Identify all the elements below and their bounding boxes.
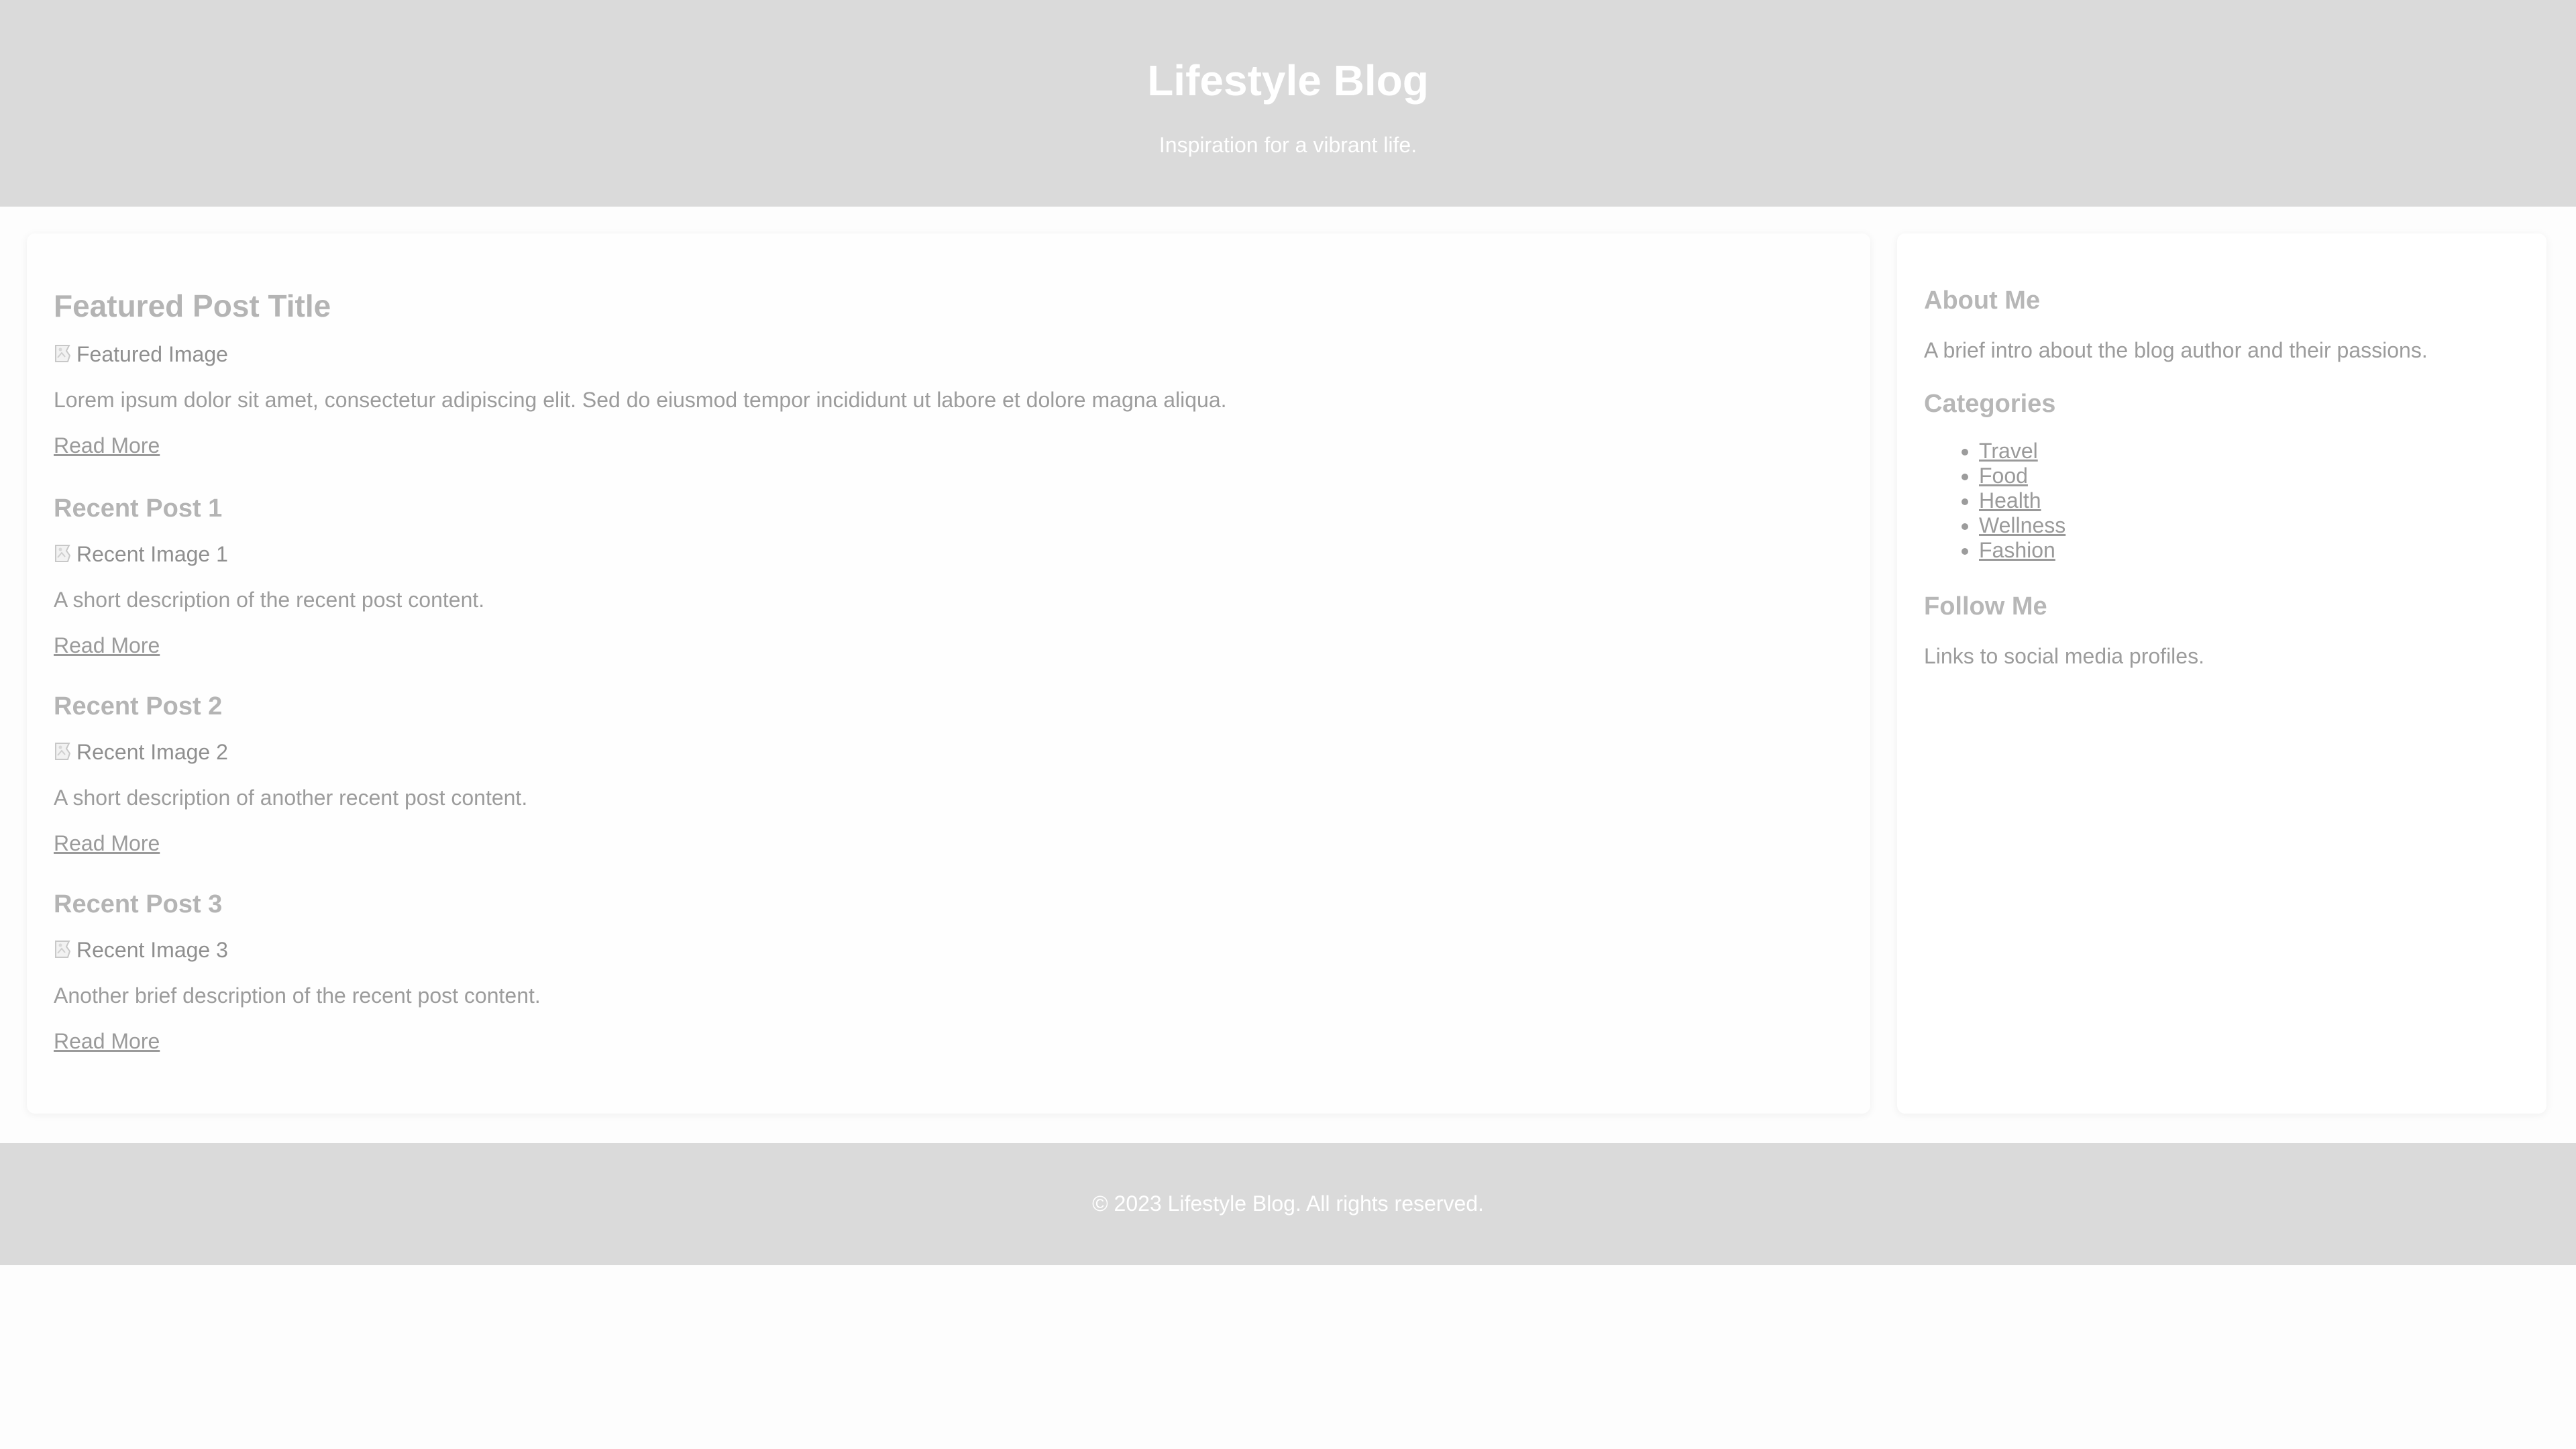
site-title: Lifestyle Blog (1147, 56, 1429, 105)
follow-section: Follow Me Links to social media profiles… (1924, 590, 2528, 669)
about-heading: About Me (1924, 286, 2041, 315)
category-link-travel[interactable]: Travel (1979, 439, 2038, 463)
featured-post-excerpt: Lorem ipsum dolor sit amet, consectetur … (54, 388, 1227, 412)
recent-post-2: Recent Post 2 Recent Image 2 A short des… (54, 690, 1798, 857)
category-link-wellness[interactable]: Wellness (1979, 513, 2065, 537)
recent-2-read-more-link[interactable]: Read More (54, 830, 160, 857)
recent-image: Recent Image 2 (54, 737, 1798, 767)
broken-image-icon (55, 545, 71, 562)
category-item: Health (1979, 488, 2065, 513)
follow-heading: Follow Me (1924, 592, 2047, 621)
category-link-health[interactable]: Health (1979, 488, 2041, 513)
category-link-fashion[interactable]: Fashion (1979, 538, 2055, 562)
about-section: About Me A brief intro about the blog au… (1924, 284, 2528, 364)
category-item: Food (1979, 464, 2065, 488)
featured-post: Featured Post Title Featured Image Lorem… (54, 287, 1798, 459)
recent-post-title: Recent Post 2 (54, 692, 223, 720)
categories-section: Categories (1924, 388, 2528, 420)
follow-text: Links to social media profiles. (1924, 644, 2204, 668)
broken-image-icon (55, 345, 71, 362)
broken-image-icon (55, 941, 71, 958)
recent-3-read-more-link[interactable]: Read More (54, 1028, 160, 1055)
featured-post-title: Featured Post Title (54, 288, 331, 323)
footer-copyright: © 2023 Lifestyle Blog. All rights reserv… (1092, 1191, 1484, 1216)
about-text: A brief intro about the blog author and … (1924, 338, 2428, 362)
recent-image-alt: Recent Image 2 (76, 740, 228, 764)
recent-post-excerpt: A short description of the recent post c… (54, 588, 485, 612)
site-header: Lifestyle Blog Inspiration for a vibrant… (0, 0, 2576, 207)
recent-post-1: Recent Post 1 Recent Image 1 A short des… (54, 492, 1798, 659)
sidebar: About Me A brief intro about the blog au… (1897, 233, 2546, 1114)
category-item: Travel (1979, 439, 2065, 464)
recent-post-3: Recent Post 3 Recent Image 3 Another bri… (54, 888, 1798, 1055)
featured-read-more-link[interactable]: Read More (54, 432, 160, 459)
category-item: Wellness (1979, 513, 2065, 538)
recent-post-excerpt: A short description of another recent po… (54, 786, 528, 810)
category-link-food[interactable]: Food (1979, 464, 2028, 488)
categories-heading: Categories (1924, 390, 2056, 418)
recent-post-title: Recent Post 1 (54, 494, 223, 523)
featured-image-alt: Featured Image (76, 342, 228, 366)
category-list: Travel Food Health Wellness Fashion (1924, 439, 2065, 563)
main-content: Featured Post Title Featured Image Lorem… (27, 233, 1870, 1114)
recent-post-title: Recent Post 3 (54, 890, 223, 918)
category-item: Fashion (1979, 538, 2065, 563)
site-footer: © 2023 Lifestyle Blog. All rights reserv… (0, 1143, 2576, 1265)
recent-1-read-more-link[interactable]: Read More (54, 632, 160, 659)
broken-image-icon (55, 743, 71, 760)
recent-image: Recent Image 3 (54, 935, 1798, 965)
recent-image-alt: Recent Image 3 (76, 938, 228, 962)
recent-image: Recent Image 1 (54, 539, 1798, 569)
recent-post-excerpt: Another brief description of the recent … (54, 983, 541, 1008)
site-tagline: Inspiration for a vibrant life. (1159, 133, 1417, 157)
featured-image: Featured Image (54, 339, 1798, 369)
recent-image-alt: Recent Image 1 (76, 542, 228, 566)
